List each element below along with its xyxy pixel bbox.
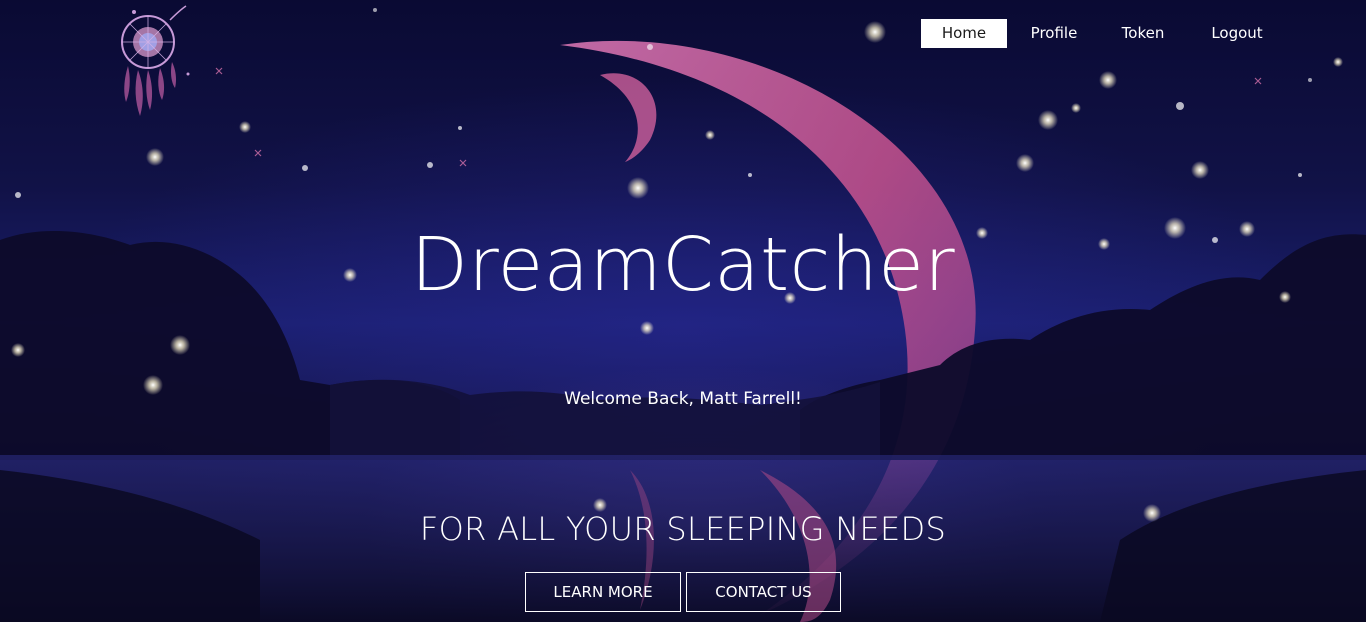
hero-section: Home Profile Token Logout DreamCatcher W… <box>0 0 1366 622</box>
tagline: FOR ALL YOUR SLEEPING NEEDS <box>419 510 947 548</box>
contact-us-button[interactable]: CONTACT US <box>686 572 841 612</box>
nav-home[interactable]: Home <box>921 19 1007 48</box>
main-nav: Home Profile Token Logout <box>0 19 1366 49</box>
learn-more-button[interactable]: LEARN MORE <box>525 572 681 612</box>
welcome-message: Welcome Back, Matt Farrell! <box>564 389 802 409</box>
nav-token[interactable]: Token <box>1113 19 1173 48</box>
nav-profile[interactable]: Profile <box>1024 19 1084 48</box>
nav-logout[interactable]: Logout <box>1203 19 1271 48</box>
brand-title: DreamCatcher <box>410 222 956 308</box>
